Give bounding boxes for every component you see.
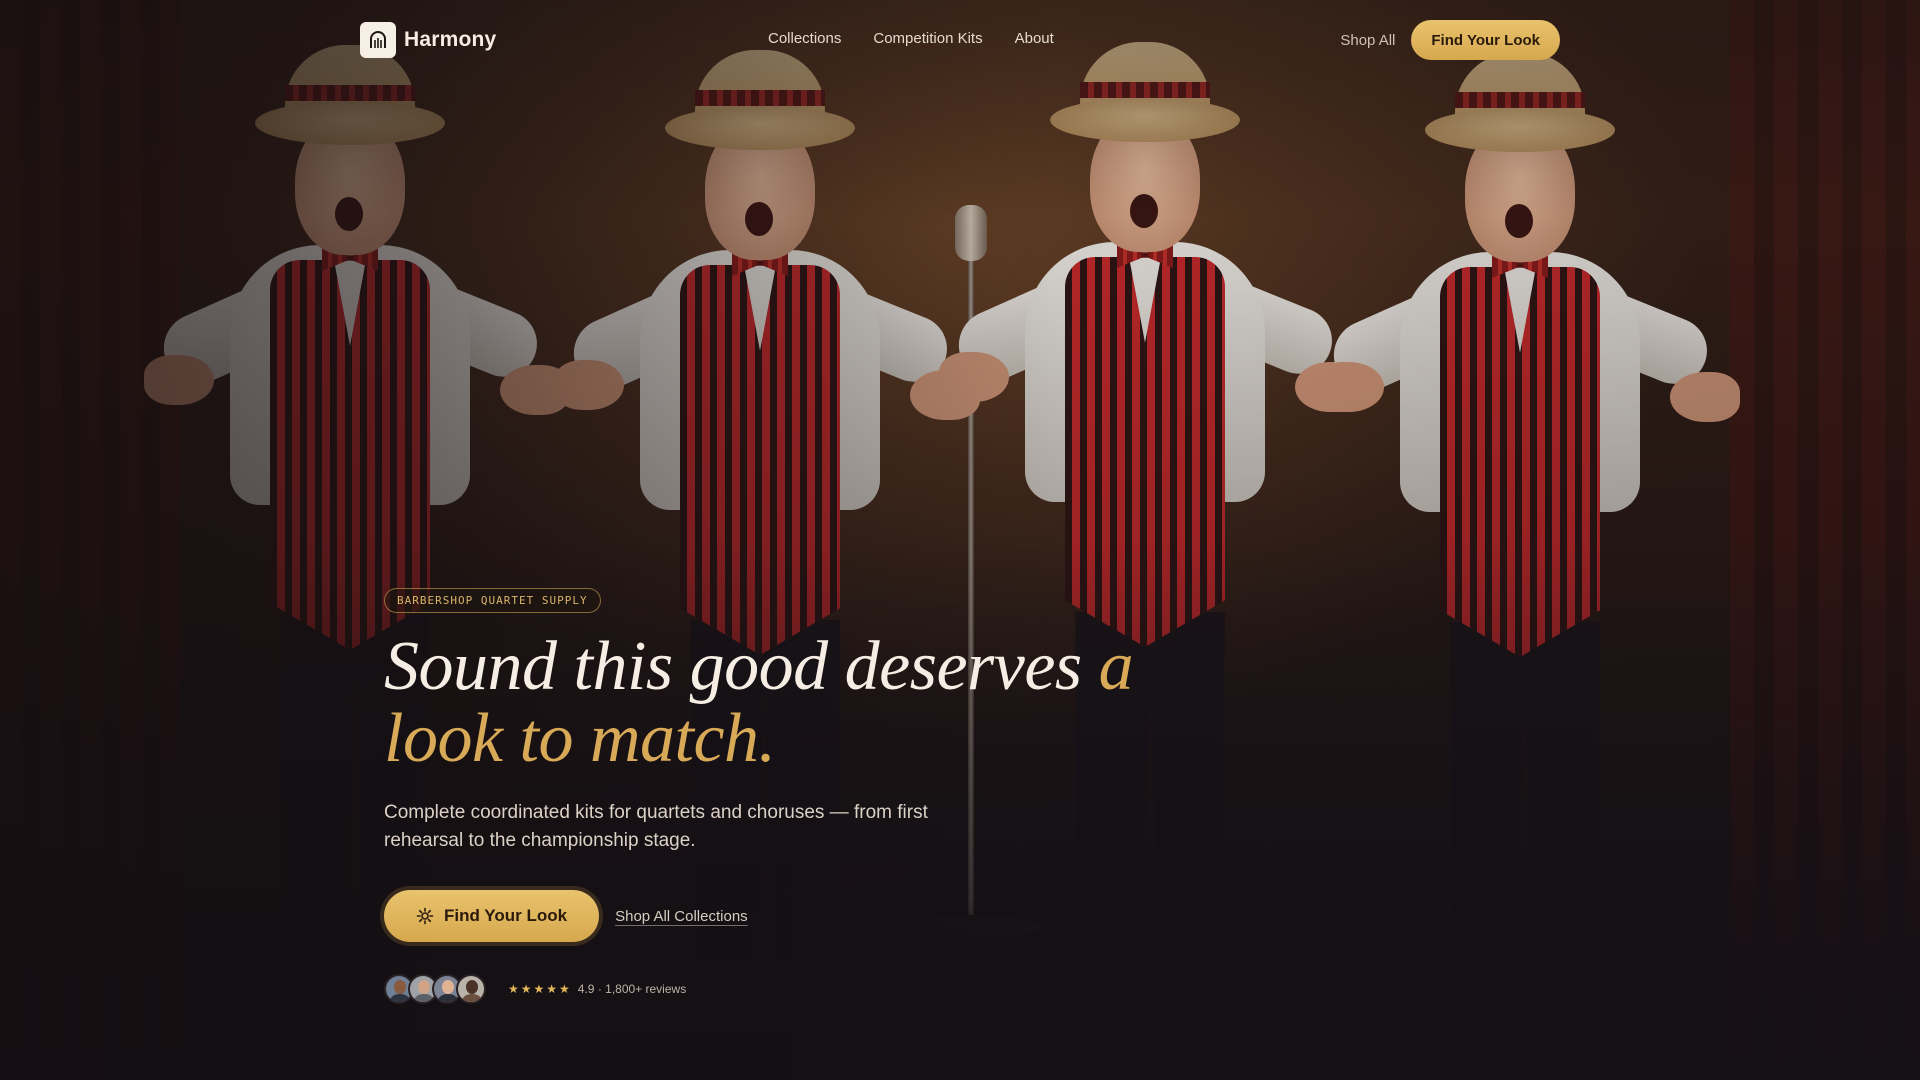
hero-subcopy: Complete coordinated kits for quartets a… [384,802,928,851]
nav-link-collections[interactable]: Collections [768,30,841,47]
find-your-look-nav-button[interactable]: Find Your Look [1411,20,1560,60]
eyebrow-badge: BARBERSHOP QUARTET SUPPLY [384,588,601,613]
shop-all-collections-link[interactable]: Shop All Collections [615,908,748,925]
nav-link-competition-kits[interactable]: Competition Kits [873,30,982,47]
hero-actions: Find Your Look Shop All Collections [384,890,1144,942]
primary-nav: Collections Competition Kits About [768,30,1054,47]
find-your-look-hero-button[interactable]: Find Your Look [384,890,600,942]
star-rating-icon: ★★★★★ [508,982,572,996]
sparkle-icon [416,907,434,925]
rating-summary: ★★★★★ 4.9 · 1,800+ reviews [508,982,686,996]
brand-name: Harmony [404,28,497,51]
brand-home-link[interactable]: Harmony [360,22,496,58]
reviewer-avatars [384,974,486,1004]
social-proof: ★★★★★ 4.9 · 1,800+ reviews [384,974,1144,1004]
nav-actions: Shop All Find Your Look [1340,20,1560,60]
rating-text: 4.9 · 1,800+ reviews [577,982,687,996]
arch-icon [360,22,396,58]
headline-main: Sound this good deserves [384,628,1099,705]
nav-link-about[interactable]: About [1015,30,1054,47]
hero-headline: Sound this good deserves a look to match… [384,631,1144,775]
shop-all-link[interactable]: Shop All [1340,32,1395,49]
top-navigation: Harmony Collections Competition Kits Abo… [0,0,1920,80]
hero-cta-label: Find Your Look [444,906,568,925]
avatar [456,974,486,1004]
hero-section: BARBERSHOP QUARTET SUPPLY Sound this goo… [384,588,1144,1004]
